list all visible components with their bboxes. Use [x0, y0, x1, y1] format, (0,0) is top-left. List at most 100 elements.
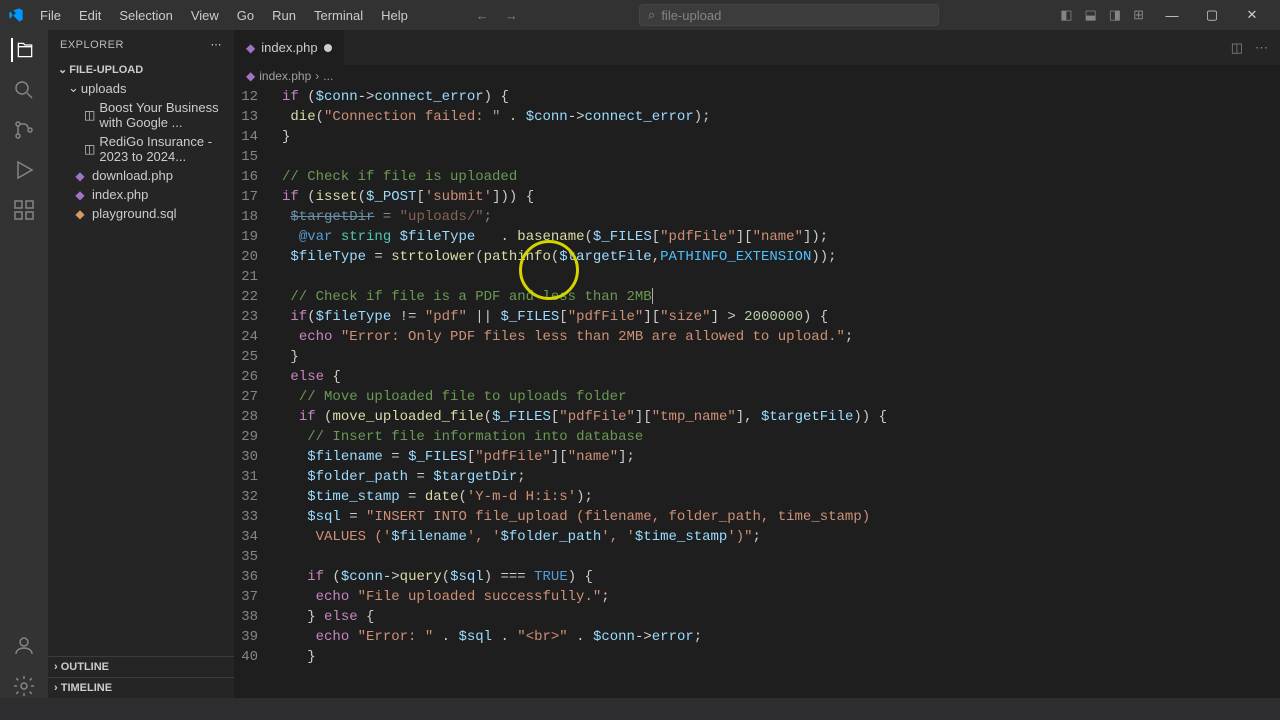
code-line[interactable]: 14}	[234, 127, 1280, 147]
close-icon[interactable]: ✕	[1232, 0, 1272, 30]
line-number: 18	[234, 207, 282, 227]
sidebar-file[interactable]: ◆index.php	[52, 185, 230, 204]
file-label: playground.sql	[92, 206, 177, 221]
uploads-folder[interactable]: ⌄ uploads	[52, 78, 230, 98]
uploads-folder-label: uploads	[81, 81, 127, 96]
code-text: $targetDir = "uploads/";	[282, 207, 1280, 227]
nav-forward-icon[interactable]: →	[505, 8, 518, 23]
activitybar	[0, 30, 48, 698]
sidebar-file[interactable]: ◆download.php	[52, 166, 230, 185]
menu-terminal[interactable]: Terminal	[306, 4, 371, 27]
accounts-icon[interactable]	[12, 634, 36, 658]
layout-sidebar-right-icon[interactable]: ◨	[1109, 7, 1121, 23]
code-line[interactable]: 32 $time_stamp = date('Y-m-d H:i:s');	[234, 487, 1280, 507]
code-line[interactable]: 15	[234, 147, 1280, 167]
menu-file[interactable]: File	[32, 4, 69, 27]
maximize-icon[interactable]: ▢	[1192, 0, 1232, 30]
code-line[interactable]: 22 // Check if file is a PDF and less th…	[234, 287, 1280, 307]
search-activity-icon[interactable]	[12, 78, 36, 102]
line-number: 15	[234, 147, 282, 167]
more-actions-icon[interactable]: ⋯	[1255, 40, 1268, 56]
explorer-icon[interactable]	[11, 38, 35, 62]
code-text: $sql = "INSERT INTO file_upload (filenam…	[282, 507, 1280, 527]
outline-section[interactable]: › OUTLINE	[48, 656, 234, 677]
layout-panel-icon[interactable]: ⬓	[1085, 7, 1097, 23]
sidebar-file[interactable]: ◆playground.sql	[52, 204, 230, 223]
code-line[interactable]: 27 // Move uploaded file to uploads fold…	[234, 387, 1280, 407]
code-text: else {	[282, 367, 1280, 387]
code-text: echo "Error: Only PDF files less than 2M…	[282, 327, 1280, 347]
code-line[interactable]: 40 }	[234, 647, 1280, 667]
layout-sidebar-left-icon[interactable]: ◧	[1060, 7, 1072, 23]
code-text: if ($conn->query($sql) === TRUE) {	[282, 567, 1280, 587]
code-line[interactable]: 31 $folder_path = $targetDir;	[234, 467, 1280, 487]
menu-run[interactable]: Run	[264, 4, 304, 27]
sidebar: EXPLORER ⋯ ⌄ FILE-UPLOAD ⌄ uploads ◫ Boos…	[48, 30, 234, 698]
line-number: 24	[234, 327, 282, 347]
file-icon: ◫	[84, 108, 95, 122]
minimize-icon[interactable]: —	[1152, 0, 1192, 30]
line-number: 35	[234, 547, 282, 567]
split-editor-icon[interactable]: ◫	[1231, 40, 1243, 56]
code-line[interactable]: 37 echo "File uploaded successfully.";	[234, 587, 1280, 607]
sidebar-file[interactable]: ◫ Boost Your Business with Google ...	[52, 98, 230, 132]
code-line[interactable]: 20 $fileType = strtolower(pathinfo($targ…	[234, 247, 1280, 267]
code-line[interactable]: 18 $targetDir = "uploads/";	[234, 207, 1280, 227]
file-label: Boost Your Business with Google ...	[99, 100, 224, 130]
line-number: 40	[234, 647, 282, 667]
line-number: 25	[234, 347, 282, 367]
timeline-label: TIMELINE	[61, 682, 112, 694]
command-center: ⌕ file-upload	[538, 4, 1040, 26]
menu-go[interactable]: Go	[229, 4, 262, 27]
layout-customize-icon[interactable]: ⊞	[1133, 7, 1144, 23]
source-control-icon[interactable]	[12, 118, 36, 142]
extensions-icon[interactable]	[12, 198, 36, 222]
code-editor[interactable]: 12if ($conn->connect_error) {13 die("Con…	[234, 87, 1280, 698]
search-input[interactable]: ⌕ file-upload	[639, 4, 939, 26]
breadcrumb[interactable]: ◆ index.php › ...	[234, 65, 1280, 87]
code-line[interactable]: 35	[234, 547, 1280, 567]
menu-selection[interactable]: Selection	[111, 4, 180, 27]
run-debug-icon[interactable]	[12, 158, 36, 182]
code-line[interactable]: 24 echo "Error: Only PDF files less than…	[234, 327, 1280, 347]
code-text	[282, 267, 1280, 287]
code-line[interactable]: 34 VALUES ('$filename', '$folder_path', …	[234, 527, 1280, 547]
timeline-section[interactable]: › TIMELINE	[48, 677, 234, 698]
code-text: if (isset($_POST['submit'])) {	[282, 187, 1280, 207]
code-text	[282, 147, 1280, 167]
code-line[interactable]: 16// Check if file is uploaded	[234, 167, 1280, 187]
code-line[interactable]: 28 if (move_uploaded_file($_FILES["pdfFi…	[234, 407, 1280, 427]
menu-view[interactable]: View	[183, 4, 227, 27]
sidebar-file[interactable]: ◫RediGo Insurance - 2023 to 2024...	[52, 132, 230, 166]
code-line[interactable]: 26 else {	[234, 367, 1280, 387]
sidebar-header: EXPLORER ⋯	[48, 30, 234, 59]
menu-help[interactable]: Help	[373, 4, 416, 27]
code-line[interactable]: 19 @var string $fileType . basename($_FI…	[234, 227, 1280, 247]
code-text: die("Connection failed: " . $conn->conne…	[282, 107, 1280, 127]
settings-gear-icon[interactable]	[12, 674, 36, 698]
root-folder-label: FILE-UPLOAD	[69, 64, 143, 76]
code-text: $folder_path = $targetDir;	[282, 467, 1280, 487]
code-line[interactable]: 33 $sql = "INSERT INTO file_upload (file…	[234, 507, 1280, 527]
code-line[interactable]: 25 }	[234, 347, 1280, 367]
explorer-more-icon[interactable]: ⋯	[211, 38, 223, 51]
file-icon: ◫	[84, 142, 95, 156]
menu-edit[interactable]: Edit	[71, 4, 109, 27]
code-line[interactable]: 23 if($fileType != "pdf" || $_FILES["pdf…	[234, 307, 1280, 327]
root-folder[interactable]: ⌄ FILE-UPLOAD	[52, 61, 230, 78]
code-line[interactable]: 30 $filename = $_FILES["pdfFile"]["name"…	[234, 447, 1280, 467]
code-line[interactable]: 29 // Insert file information into datab…	[234, 427, 1280, 447]
nav-back-icon[interactable]: ←	[476, 8, 489, 23]
code-line[interactable]: 36 if ($conn->query($sql) === TRUE) {	[234, 567, 1280, 587]
line-number: 34	[234, 527, 282, 547]
code-text: if($fileType != "pdf" || $_FILES["pdfFil…	[282, 307, 1280, 327]
code-line[interactable]: 39 echo "Error: " . $sql . "<br>" . $con…	[234, 627, 1280, 647]
code-line[interactable]: 21	[234, 267, 1280, 287]
code-line[interactable]: 38 } else {	[234, 607, 1280, 627]
line-number: 23	[234, 307, 282, 327]
tab-index-php[interactable]: ◆ index.php	[234, 30, 344, 65]
code-line[interactable]: 17if (isset($_POST['submit'])) {	[234, 187, 1280, 207]
code-line[interactable]: 13 die("Connection failed: " . $conn->co…	[234, 107, 1280, 127]
code-line[interactable]: 12if ($conn->connect_error) {	[234, 87, 1280, 107]
line-number: 17	[234, 187, 282, 207]
